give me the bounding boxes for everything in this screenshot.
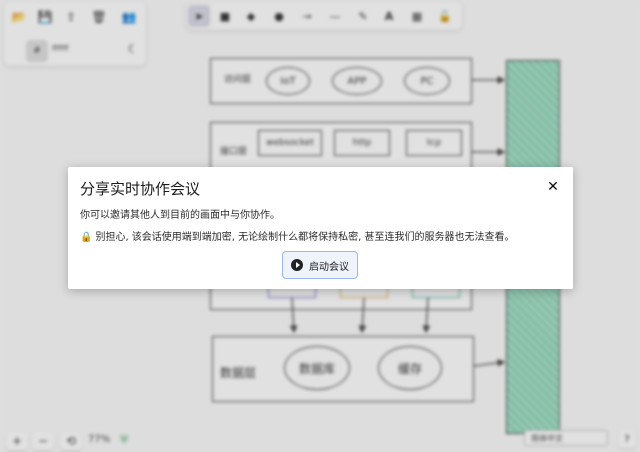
collaboration-dialog: 分享实时协作会议 ✕ 你可以邀请其他人到目前的画面中与你协作。 🔒 别担心, 该会… — [68, 167, 573, 289]
dialog-invite-text: 你可以邀请其他人到目前的画面中与你协作。 — [80, 210, 280, 221]
dialog-privacy-row: 🔒 别担心, 该会话使用端到端加密, 无论绘制什么都将保持私密, 甚至连我们的服务… — [80, 231, 561, 245]
dialog-privacy-text: 别担心, 该会话使用端到端加密, 无论绘制什么都将保持私密, 甚至连我们的服务器… — [95, 232, 515, 243]
play-icon — [291, 259, 303, 271]
start-session-button[interactable]: 启动会议 — [282, 251, 358, 279]
dialog-title: 分享实时协作会议 — [80, 180, 201, 198]
start-session-label: 启动会议 — [309, 261, 349, 273]
close-icon[interactable]: ✕ — [544, 178, 562, 196]
lock-icon: 🔒 — [80, 232, 93, 243]
